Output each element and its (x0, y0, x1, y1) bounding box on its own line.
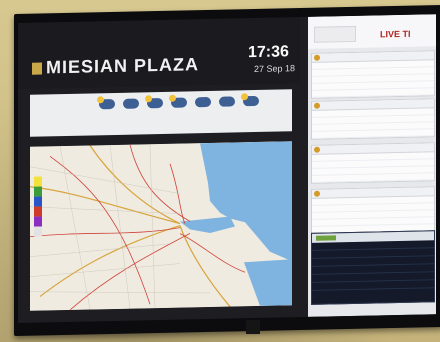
forecast-day (240, 94, 262, 126)
sun-cloud-icon (99, 98, 115, 110)
transport-panel: LIVE TI (308, 14, 436, 317)
bus-stop-card (311, 98, 435, 140)
departure-row (312, 129, 434, 139)
weather-forecast (30, 89, 292, 137)
departure-row (312, 88, 434, 98)
clock: 17:36 (248, 43, 289, 62)
forecast-day (120, 96, 142, 128)
cloud-icon (123, 98, 139, 109)
sun-cloud-icon (171, 97, 187, 108)
monitor-mount (246, 320, 260, 334)
cloud-icon (195, 96, 211, 108)
date: 27 Sep 18 (254, 63, 296, 75)
legend-swatch (34, 226, 42, 237)
map-graphic (30, 141, 292, 311)
page-title: MIESIAN PLAZA (46, 54, 200, 78)
forecast-day (96, 97, 118, 129)
alerts-panel (311, 230, 435, 305)
building-logo-icon (32, 62, 42, 75)
legend-swatch (34, 216, 42, 227)
live-title: LIVE TI (380, 28, 411, 40)
bus-stop-card (311, 186, 435, 235)
alert-row (312, 280, 434, 291)
transport-header: LIVE TI (308, 14, 436, 49)
sun-cloud-icon (147, 97, 163, 109)
legend-swatch (34, 176, 42, 187)
forecast-day (168, 95, 190, 127)
forecast-day (192, 95, 214, 127)
legend-swatch (34, 196, 42, 207)
legend-swatch (34, 186, 42, 197)
sun-cloud-icon (243, 95, 259, 107)
departure-row (312, 173, 434, 183)
transport-logo-icon (314, 25, 356, 43)
forecast-day (144, 96, 166, 128)
bus-stop-card (311, 142, 435, 184)
legend-swatch (34, 206, 42, 217)
map-legend (34, 176, 42, 246)
traffic-map (30, 141, 292, 311)
header: MIESIAN PLAZA 17:36 27 Sep 18 (18, 17, 300, 89)
display-screen: MIESIAN PLAZA 17:36 27 Sep 18 LIVE TI (18, 14, 436, 324)
cloud-icon (219, 96, 235, 107)
forecast-day (216, 94, 238, 126)
forecast-label (36, 102, 86, 103)
bus-stop-card (311, 50, 435, 99)
